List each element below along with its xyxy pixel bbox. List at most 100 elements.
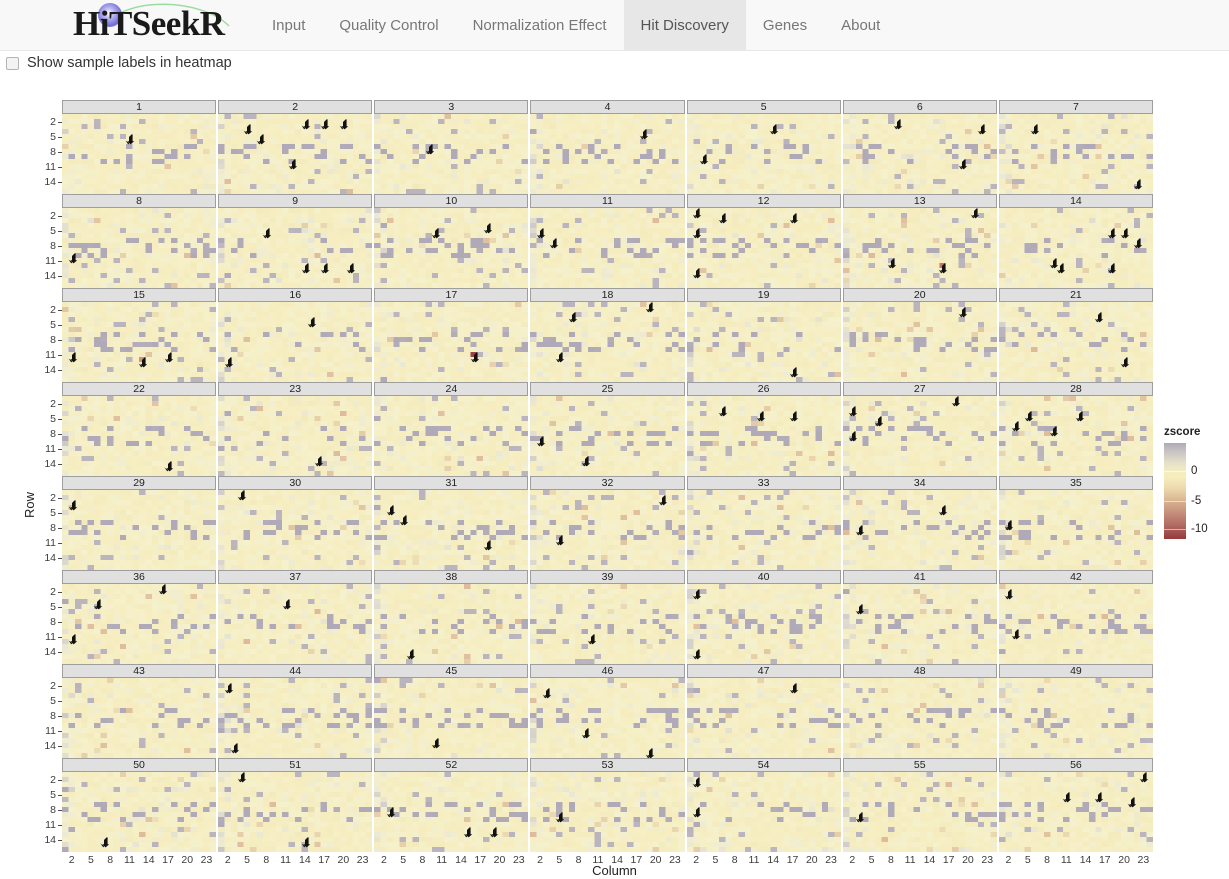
- heatmap-panel-17[interactable]: [374, 302, 529, 382]
- facet-label-7: 7: [998, 100, 1153, 114]
- facet-pane-row: [62, 396, 1153, 476]
- heatmap-panel-28[interactable]: [998, 396, 1153, 476]
- heatmap-cells-51: [218, 772, 373, 852]
- y-tick-label: 8: [50, 333, 56, 346]
- heatmap-panel-6[interactable]: [842, 114, 997, 194]
- heatmap-panel-8[interactable]: [62, 208, 217, 288]
- heatmap-panel-25[interactable]: [530, 396, 685, 476]
- heatmap-panel-48[interactable]: [842, 678, 997, 758]
- heatmap-panel-49[interactable]: [998, 678, 1153, 758]
- tab-input[interactable]: Input: [255, 0, 322, 50]
- x-tick-label: 20: [962, 854, 974, 866]
- heatmap-cells-40: [686, 584, 841, 664]
- heatmap-panel-7[interactable]: [998, 114, 1153, 194]
- heatmap-panel-22[interactable]: [62, 396, 217, 476]
- heatmap-panel-4[interactable]: [530, 114, 685, 194]
- heatmap-panel-10[interactable]: [374, 208, 529, 288]
- x-tick-label: 14: [142, 854, 155, 866]
- heatmap-panel-15[interactable]: [62, 302, 217, 382]
- heatmap-cells-11: [530, 208, 685, 288]
- heatmap-panel-56[interactable]: [998, 772, 1153, 852]
- heatmap-panel-39[interactable]: [530, 584, 685, 664]
- heatmap-panel-21[interactable]: [998, 302, 1153, 382]
- show-sample-labels-checkbox[interactable]: [6, 56, 19, 70]
- heatmap-panel-3[interactable]: [374, 114, 529, 194]
- x-tick-label: 17: [318, 854, 330, 866]
- heatmap-panel-43[interactable]: [62, 678, 217, 758]
- heatmap-panel-30[interactable]: [218, 490, 373, 570]
- y-tick-label: 2: [50, 209, 56, 222]
- tab-normalization-effect[interactable]: Normalization Effect: [456, 0, 624, 50]
- heatmap-panel-5[interactable]: [686, 114, 841, 194]
- facet-label-27: 27: [842, 382, 997, 396]
- facet-label-52: 52: [374, 758, 529, 772]
- facet-label-1: 1: [62, 100, 217, 114]
- facet-label-24: 24: [374, 382, 529, 396]
- heatmap-panel-50[interactable]: [62, 772, 217, 852]
- y-tick-label: 14: [44, 363, 56, 376]
- facet-label-31: 31: [374, 476, 529, 490]
- heatmap-panel-41[interactable]: [842, 584, 997, 664]
- heatmap-panel-54[interactable]: [686, 772, 841, 852]
- heatmap-panel-19[interactable]: [686, 302, 841, 382]
- facet-pane-row: [62, 772, 1153, 852]
- y-tick-label: 5: [50, 694, 56, 707]
- y-tick-label: 11: [45, 160, 56, 173]
- heatmap-panel-37[interactable]: [218, 584, 373, 664]
- heatmap-panel-29[interactable]: [62, 490, 217, 570]
- x-tick-label: 8: [263, 854, 270, 866]
- heatmap-panel-27[interactable]: [842, 396, 997, 476]
- page-root: HiTSeekR Input Quality Control Normaliza…: [0, 0, 1229, 879]
- heatmap-cells-20: [842, 302, 997, 382]
- tab-quality-control[interactable]: Quality Control: [322, 0, 455, 50]
- facet-pane-row: [62, 678, 1153, 758]
- heatmap-panel-26[interactable]: [686, 396, 841, 476]
- tab-genes[interactable]: Genes: [746, 0, 824, 50]
- heatmap-panel-16[interactable]: [218, 302, 373, 382]
- heatmap-panel-12[interactable]: [686, 208, 841, 288]
- heatmap-panel-33[interactable]: [686, 490, 841, 570]
- heatmap-panel-24[interactable]: [374, 396, 529, 476]
- x-tick-label: 17: [942, 854, 955, 866]
- heatmap-cells-43: [62, 678, 217, 758]
- heatmap-panel-47[interactable]: [686, 678, 841, 758]
- x-tick-label: 2: [537, 854, 543, 866]
- heatmap-panel-31[interactable]: [374, 490, 529, 570]
- heatmap-panel-1[interactable]: [62, 114, 217, 194]
- heatmap-cells-19: [686, 302, 841, 382]
- heatmap-panel-35[interactable]: [998, 490, 1153, 570]
- heatmap-panel-51[interactable]: [218, 772, 373, 852]
- facet-label-51: 51: [218, 758, 373, 772]
- heatmap-panel-53[interactable]: [530, 772, 685, 852]
- heatmap-panel-52[interactable]: [374, 772, 529, 852]
- heatmap-panel-2[interactable]: [218, 114, 373, 194]
- legend-colorbar: [1164, 443, 1186, 539]
- heatmap-panel-14[interactable]: [998, 208, 1153, 288]
- heatmap-panel-46[interactable]: [530, 678, 685, 758]
- heatmap-panel-36[interactable]: [62, 584, 217, 664]
- x-tick-label: 11: [748, 854, 760, 866]
- heatmap-panel-32[interactable]: [530, 490, 685, 570]
- heatmap-panel-55[interactable]: [842, 772, 997, 852]
- facet-label-26: 26: [686, 382, 841, 396]
- heatmap-panel-20[interactable]: [842, 302, 997, 382]
- heatmap-panel-45[interactable]: [374, 678, 529, 758]
- top-navbar: HiTSeekR Input Quality Control Normaliza…: [0, 0, 1229, 51]
- heatmap-panel-13[interactable]: [842, 208, 997, 288]
- heatmap-cells-21: [998, 302, 1153, 382]
- heatmap-cells-15: [62, 302, 217, 382]
- facet-label-43: 43: [62, 664, 217, 678]
- tab-hit-discovery[interactable]: Hit Discovery: [623, 0, 746, 50]
- brand-logo[interactable]: HiTSeekR: [0, 0, 255, 50]
- heatmap-panel-23[interactable]: [218, 396, 373, 476]
- tab-about[interactable]: About: [824, 0, 897, 50]
- heatmap-panel-40[interactable]: [686, 584, 841, 664]
- heatmap-panel-11[interactable]: [530, 208, 685, 288]
- heatmap-panel-44[interactable]: [218, 678, 373, 758]
- x-tick-label: 17: [162, 854, 174, 866]
- heatmap-panel-9[interactable]: [218, 208, 373, 288]
- heatmap-panel-42[interactable]: [998, 584, 1153, 664]
- heatmap-panel-18[interactable]: [530, 302, 685, 382]
- heatmap-panel-34[interactable]: [842, 490, 997, 570]
- heatmap-panel-38[interactable]: [374, 584, 529, 664]
